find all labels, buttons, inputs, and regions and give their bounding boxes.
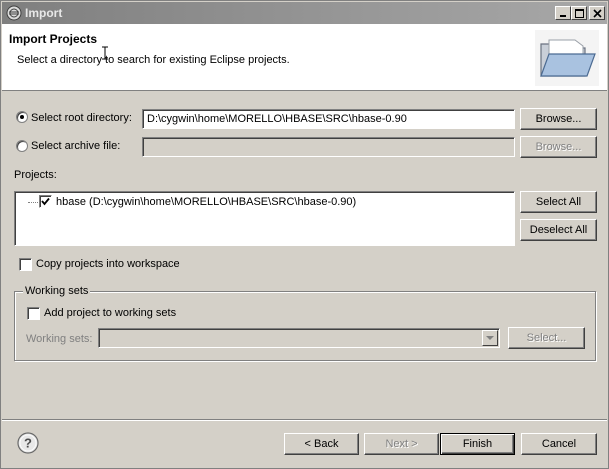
window-title: Import bbox=[25, 6, 63, 20]
archive-file-radio[interactable] bbox=[16, 140, 28, 152]
working-sets-combo[interactable] bbox=[98, 328, 500, 348]
project-item-hbase[interactable]: hbase (D:\cygwin\home\MORELLO\HBASE\SRC\… bbox=[56, 196, 356, 208]
close-icon bbox=[593, 9, 602, 18]
cancel-button[interactable]: Cancel bbox=[521, 433, 597, 455]
text-cursor-icon bbox=[102, 46, 108, 60]
add-to-working-sets-label: Add project to working sets bbox=[44, 307, 177, 319]
root-directory-radio[interactable] bbox=[16, 111, 28, 123]
projects-list[interactable]: hbase (D:\cygwin\home\MORELLO\HBASE\SRC\… bbox=[14, 191, 515, 246]
folder-open-icon bbox=[535, 30, 599, 86]
browse-archive-button[interactable]: Browse... bbox=[520, 136, 597, 158]
svg-text:?: ? bbox=[24, 436, 32, 451]
browse-directory-button[interactable]: Browse... bbox=[520, 108, 597, 130]
select-working-sets-button[interactable]: Select... bbox=[508, 327, 585, 349]
finish-button[interactable]: Finish bbox=[440, 433, 515, 455]
project-checkbox-hbase[interactable] bbox=[39, 195, 52, 208]
checkmark-icon bbox=[41, 197, 50, 206]
select-all-button[interactable]: Select All bbox=[520, 191, 597, 213]
archive-file-label: Select archive file: bbox=[31, 140, 121, 152]
copy-projects-checkbox[interactable] bbox=[19, 258, 32, 271]
root-directory-input[interactable]: D:\cygwin\home\MORELLO\HBASE\SRC\hbase-0… bbox=[142, 109, 515, 129]
projects-label: Projects: bbox=[14, 169, 57, 181]
chevron-down-icon bbox=[486, 336, 494, 340]
maximize-button[interactable] bbox=[571, 6, 587, 20]
working-sets-label: Working sets: bbox=[26, 333, 93, 345]
next-button[interactable]: Next > bbox=[364, 433, 439, 455]
help-icon[interactable]: ? bbox=[17, 432, 39, 454]
eclipse-icon bbox=[6, 5, 22, 21]
copy-projects-label: Copy projects into workspace bbox=[36, 258, 180, 270]
close-button[interactable] bbox=[589, 6, 605, 20]
minimize-icon bbox=[560, 15, 566, 17]
maximize-icon bbox=[575, 9, 584, 18]
page-description: Select a directory to search for existin… bbox=[17, 54, 290, 66]
title-bar[interactable]: Import bbox=[2, 2, 607, 24]
header-banner: Import Projects Select a directory to se… bbox=[2, 24, 607, 91]
deselect-all-button[interactable]: Deselect All bbox=[520, 219, 597, 241]
add-to-working-sets-checkbox[interactable] bbox=[27, 307, 40, 320]
minimize-button[interactable] bbox=[555, 6, 571, 20]
archive-file-input[interactable] bbox=[142, 137, 515, 157]
page-title: Import Projects bbox=[9, 32, 98, 46]
working-sets-group: Working sets bbox=[14, 285, 596, 361]
back-button[interactable]: < Back bbox=[284, 433, 359, 455]
import-dialog: Import Import Projects Select a director… bbox=[0, 0, 609, 469]
footer-divider bbox=[2, 419, 607, 421]
working-sets-dropdown-button[interactable] bbox=[482, 330, 498, 346]
working-sets-group-label: Working sets bbox=[23, 285, 91, 297]
root-directory-label: Select root directory: bbox=[31, 112, 132, 124]
